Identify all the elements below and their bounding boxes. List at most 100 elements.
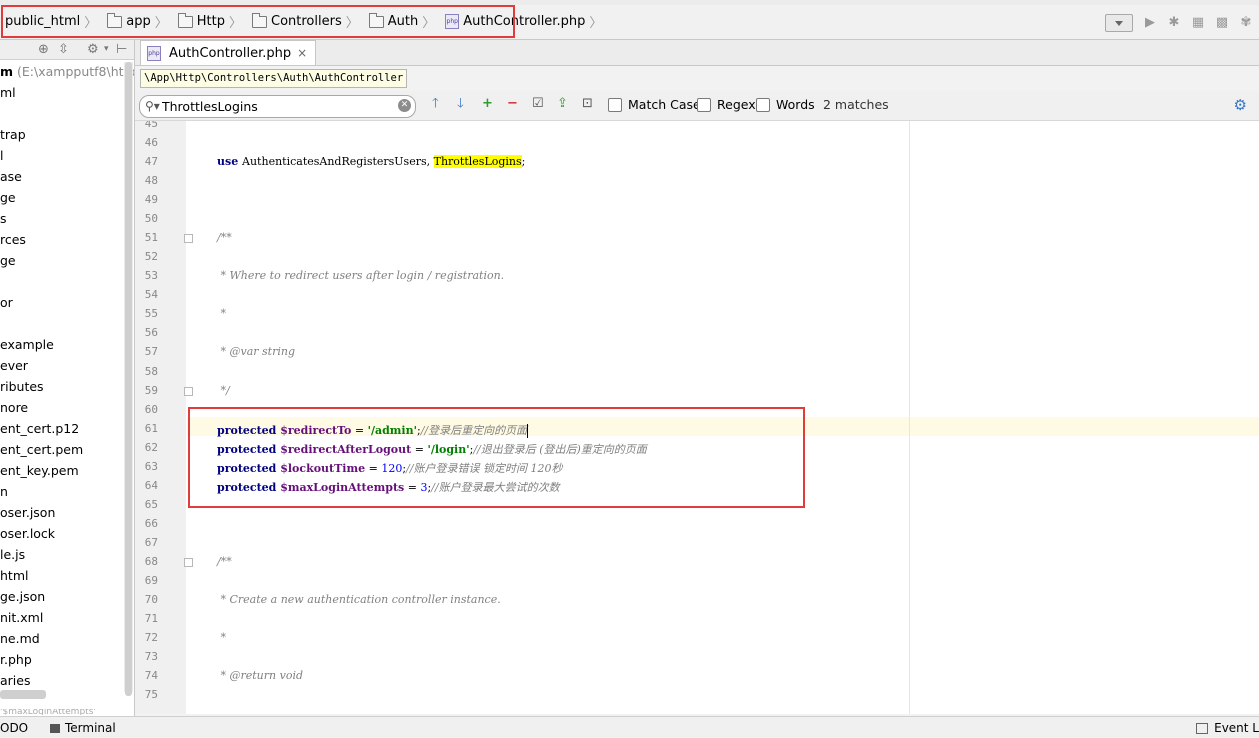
code-token: * Create a new authentication controller… xyxy=(217,593,501,606)
tree-item[interactable]: ase xyxy=(0,166,124,187)
line-number: 48 xyxy=(144,174,158,188)
find-field[interactable]: ⚲▾ ✕ xyxy=(139,95,416,118)
project-vertical-scrollbar[interactable] xyxy=(124,62,133,696)
tab-label: AuthController.php xyxy=(169,45,292,61)
tree-item[interactable]: ge xyxy=(0,250,124,271)
gear-icon[interactable]: ⚙ xyxy=(87,42,99,57)
tree-root[interactable]: m (E:\xampputf8\htdo xyxy=(0,61,134,82)
tree-item[interactable]: html xyxy=(0,565,124,586)
previous-occurrence-icon[interactable]: 🡑 xyxy=(432,96,439,112)
tree-item[interactable]: or xyxy=(0,292,124,313)
tree-item[interactable]: ne.md xyxy=(0,628,124,649)
line-number: 64 xyxy=(144,478,158,492)
terminal-tool-button[interactable]: Terminal xyxy=(50,721,116,735)
fold-marker-icon[interactable] xyxy=(184,386,193,396)
clear-search-icon[interactable]: ✕ xyxy=(398,99,411,112)
words-checkbox[interactable]: Words xyxy=(756,97,815,112)
filter-icon[interactable]: ⊡ xyxy=(582,96,593,112)
find-settings-gear-icon[interactable]: ⚙ xyxy=(1234,96,1247,114)
profile-icon[interactable]: ▩ xyxy=(1215,16,1229,30)
line-number: 72 xyxy=(144,631,158,645)
tree-item[interactable]: oser.lock xyxy=(0,523,124,544)
fold-marker-icon[interactable] xyxy=(184,234,193,244)
search-match: ThrottlesLogins xyxy=(433,155,522,169)
tree-item[interactable]: ml xyxy=(0,82,124,103)
code-token: * xyxy=(217,631,226,645)
line-number: 54 xyxy=(144,288,158,302)
terminal-icon xyxy=(50,723,60,733)
regex-checkbox[interactable]: Regex xyxy=(697,97,756,112)
fold-marker-icon[interactable] xyxy=(184,557,193,567)
tree-item[interactable] xyxy=(0,271,124,292)
tree-item[interactable]: n xyxy=(0,481,124,502)
project-horizontal-scrollbar[interactable] xyxy=(0,690,46,699)
line-number: 73 xyxy=(144,650,158,664)
tree-item[interactable]: nit.xml xyxy=(0,607,124,628)
next-occurrence-icon[interactable]: 🡓 xyxy=(457,96,464,112)
line-number: 65 xyxy=(144,497,158,511)
status-remnant: '$maxLoginAttempts' xyxy=(0,709,96,715)
line-number: 58 xyxy=(144,364,158,378)
settings-tool-icon[interactable]: ✾ xyxy=(1239,16,1253,30)
code-token: use xyxy=(217,155,243,169)
line-number: 66 xyxy=(144,516,158,530)
tree-item[interactable]: aries xyxy=(0,670,124,691)
line-number: 69 xyxy=(144,573,158,587)
tree-item[interactable]: nore xyxy=(0,397,124,418)
tree-item[interactable]: ever xyxy=(0,355,124,376)
line-number: 57 xyxy=(144,345,158,359)
tree-item[interactable]: ent_cert.p12 xyxy=(0,418,124,439)
line-number: 47 xyxy=(144,155,158,169)
editor-tabs: php AuthController.php × xyxy=(135,40,1259,66)
run-config-dropdown[interactable] xyxy=(1105,14,1133,32)
event-log-button[interactable]: Event L xyxy=(1196,721,1259,735)
tree-item[interactable]: trap xyxy=(0,124,124,145)
tree-item[interactable]: rces xyxy=(0,229,124,250)
match-case-checkbox[interactable]: Match Case xyxy=(608,97,701,112)
hide-panel-icon[interactable]: ⊢ xyxy=(116,42,127,57)
project-tree: m (E:\xampputf8\htdo ml trap l ase ge s rces ge… xyxy=(0,61,134,691)
line-number: 61 xyxy=(144,421,158,435)
search-input[interactable] xyxy=(162,97,392,115)
line-number: 55 xyxy=(144,307,158,321)
code-line: * Create a new authentication controller… xyxy=(217,593,501,606)
tab-authcontroller[interactable]: php AuthController.php × xyxy=(140,40,317,65)
code-token: /** xyxy=(217,231,232,245)
tree-item[interactable]: ent_cert.pem xyxy=(0,439,124,460)
line-number: 75 xyxy=(144,688,158,702)
run-icon[interactable]: ▶ xyxy=(1143,16,1157,30)
debug-icon[interactable]: ✱ xyxy=(1167,16,1181,30)
add-occurrence-icon[interactable]: + xyxy=(482,96,493,112)
tree-item[interactable] xyxy=(0,103,124,124)
line-number: 56 xyxy=(144,326,158,340)
tree-item[interactable]: ge xyxy=(0,187,124,208)
find-bar: ⚲▾ ✕ 🡑 🡓 + − ☑ ⇪ ⊡ Match Case Regex Word… xyxy=(135,91,1259,121)
select-all-occurrences-icon[interactable]: ☑ xyxy=(532,96,544,112)
collapse-all-icon[interactable]: ⇳ xyxy=(58,42,69,57)
tree-item[interactable]: oser.json xyxy=(0,502,124,523)
scope-bar: \App\Http\Controllers\Auth\AuthControlle… xyxy=(135,66,1259,90)
code-line: /** xyxy=(217,555,232,568)
coverage-icon[interactable]: ▦ xyxy=(1191,16,1205,30)
code-line: */ xyxy=(217,384,229,397)
search-icon[interactable]: ⚲▾ xyxy=(145,99,160,113)
tree-item[interactable]: ributes xyxy=(0,376,124,397)
export-icon[interactable]: ⇪ xyxy=(557,96,568,112)
tree-item[interactable]: r.php xyxy=(0,649,124,670)
tree-item[interactable]: le.js xyxy=(0,544,124,565)
tree-item[interactable]: l xyxy=(0,145,124,166)
tree-item[interactable]: example xyxy=(0,334,124,355)
line-number: 46 xyxy=(144,136,158,150)
project-toolbar: ⊕ ⇳ ⚙ ▾ ⊢ xyxy=(0,40,134,60)
gear-dropdown-icon[interactable]: ▾ xyxy=(104,44,109,54)
remove-occurrence-icon[interactable]: − xyxy=(507,96,518,112)
tree-item[interactable] xyxy=(0,313,124,334)
tree-item[interactable]: s xyxy=(0,208,124,229)
close-icon[interactable]: × xyxy=(297,46,307,60)
scope-tooltip: \App\Http\Controllers\Auth\AuthControlle… xyxy=(140,69,408,88)
tree-item[interactable]: ent_key.pem xyxy=(0,460,124,481)
todo-tool-button[interactable]: ODO xyxy=(0,721,28,735)
scroll-from-source-icon[interactable]: ⊕ xyxy=(38,42,49,57)
line-number: 62 xyxy=(144,440,158,454)
tree-item[interactable]: ge.json xyxy=(0,586,124,607)
